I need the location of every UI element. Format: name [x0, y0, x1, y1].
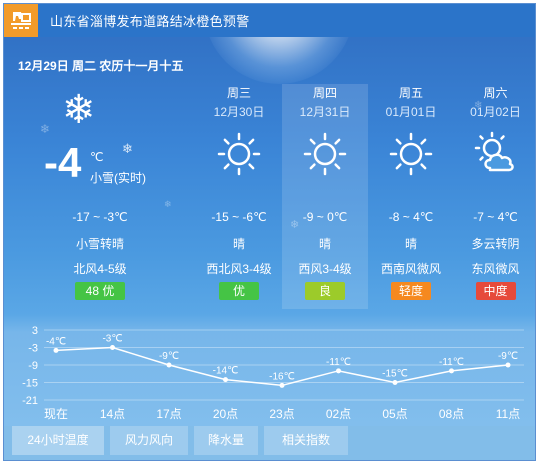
- data-point: [53, 347, 59, 353]
- y-tick-label: -21: [22, 395, 38, 407]
- forecast-temp-range: -15 ~ -6℃: [211, 210, 267, 224]
- x-tick-label: 14点: [100, 407, 125, 421]
- forecast-wind: 西北风3-4级: [206, 262, 272, 276]
- forecast-weekday: 周四: [312, 86, 337, 100]
- x-tick-label: 23点: [269, 407, 294, 421]
- forecast-condition: 晴: [404, 237, 417, 251]
- temperature-line-chart: 3 -3 -9 -15 -21 -4℃ 现在 -3℃ 14点 -9℃ 17点 -14℃ 20点 -16℃ 2…: [22, 325, 524, 421]
- data-label: -9℃: [159, 351, 179, 362]
- partly-cloudy-icon: [472, 130, 520, 178]
- forecast-aqi-badge[interactable]: 良: [305, 282, 345, 300]
- x-tick-label: 08点: [439, 407, 464, 421]
- forecast-condition: 多云转阴: [471, 237, 520, 251]
- data-label: -3℃: [102, 334, 122, 345]
- data-label: -15℃: [382, 369, 408, 380]
- forecast-wind: 西南风微风: [380, 262, 441, 276]
- data-point: [392, 380, 398, 385]
- y-tick-label: -9: [28, 360, 38, 372]
- data-label: -14℃: [213, 366, 239, 377]
- forecast-temp-range: -7 ~ 4℃: [473, 210, 518, 224]
- y-tick-label: -3: [28, 343, 38, 355]
- forecast-wind: 东风微风: [471, 262, 520, 276]
- forecast-condition: 晴: [318, 237, 331, 251]
- forecast-weekday: 周六: [483, 86, 508, 100]
- y-tick-label: 3: [32, 325, 38, 337]
- x-tick-label: 05点: [382, 407, 407, 421]
- data-label: -4℃: [46, 336, 66, 347]
- current-date: 12月29日 周二 农历十一月十五: [18, 59, 184, 73]
- data-label: -9℃: [498, 351, 518, 362]
- forecast-date: 01月02日: [470, 105, 521, 119]
- forecast-day-4[interactable]: 周六 01月02日 -7 ~ 4℃ 多云转阴 东风微风 中度: [454, 84, 535, 309]
- forecast-aqi-badge[interactable]: 轻度: [391, 282, 431, 300]
- x-tick-label: 02点: [326, 407, 351, 421]
- data-point: [223, 377, 228, 383]
- sun-icon: [215, 130, 263, 178]
- forecast-weekday: 周五: [398, 86, 423, 100]
- forecast-date: 12月30日: [213, 105, 265, 119]
- sun-icon: [387, 130, 435, 178]
- weather-widget: ❄ ❄ ❄ ❄ 山东省淄博发布道路结冰橙色预警 12月29日 周二 农历十一月十…: [3, 3, 536, 461]
- today-details: -17 ~ -3℃ 小雪转晴 北风4-5级 48 优: [4, 84, 196, 309]
- today-panel: ❄ -4 ℃ ❄ 小雪(实时) -17 ~ -3℃ 小雪转晴 北风4-5级 48…: [4, 84, 196, 309]
- forecast-day-2[interactable]: 周四 12月31日 -9 ~ 0℃ 晴 西风3-4级 良: [282, 84, 368, 309]
- chart-tabs: 24小时温度 风力风向 降水量 相关指数: [4, 426, 535, 460]
- road-icing-warning-icon: [4, 4, 38, 37]
- forecast-weekday: 周三: [226, 86, 251, 100]
- data-point: [166, 362, 172, 368]
- data-label: -11℃: [326, 357, 351, 368]
- forecast-day-3[interactable]: 周五 01月01日 -8 ~ 4℃ 晴 西南风微风 轻度: [368, 84, 454, 309]
- today-wind: 北风4-5级: [73, 262, 127, 276]
- forecast-date: 01月01日: [385, 105, 437, 119]
- temperature-chart: 3 -3 -9 -15 -21 -4℃ 现在 -3℃ 14点 -9℃ 17点 -14℃ 20点 -16℃ 2…: [4, 314, 535, 426]
- x-tick-label: 17点: [156, 407, 181, 421]
- forecast-condition: 晴: [232, 237, 245, 251]
- forecast-aqi-badge[interactable]: 优: [219, 282, 259, 300]
- x-tick-label: 11点: [496, 407, 520, 421]
- today-aqi-badge[interactable]: 48 优: [75, 282, 125, 300]
- x-tick-label: 现在: [44, 407, 68, 421]
- tab-indices[interactable]: 相关指数: [264, 426, 348, 455]
- data-label: -16℃: [269, 371, 295, 382]
- y-tick-label: -15: [22, 378, 38, 390]
- today-condition: 小雪转晴: [75, 237, 124, 251]
- data-point: [110, 345, 115, 350]
- data-point: [449, 368, 454, 374]
- data-point: [505, 362, 511, 368]
- data-point: [279, 382, 285, 388]
- forecast-day-1[interactable]: 周三 12月30日 -15 ~ -6℃ 晴 西北风3-4级 优: [196, 84, 282, 309]
- sun-icon: [301, 130, 349, 178]
- tab-precipitation[interactable]: 降水量: [194, 426, 258, 455]
- forecast-wind: 西风3-4级: [298, 262, 352, 276]
- forecast-temp-range: -8 ~ 4℃: [388, 210, 434, 224]
- forecast-aqi-badge[interactable]: 中度: [475, 282, 516, 300]
- data-label: -11℃: [439, 357, 464, 368]
- data-point: [336, 368, 341, 374]
- tab-24h-temperature[interactable]: 24小时温度: [12, 426, 104, 455]
- warning-title[interactable]: 山东省淄博发布道路结冰橙色预警: [50, 11, 250, 30]
- today-temp-range: -17 ~ -3℃: [72, 210, 128, 224]
- warning-title-bar[interactable]: 山东省淄博发布道路结冰橙色预警: [4, 4, 535, 37]
- forecast-temp-range: -9 ~ 0℃: [302, 210, 348, 224]
- forecast-date: 12月31日: [299, 105, 351, 119]
- tab-wind[interactable]: 风力风向: [110, 426, 188, 455]
- x-tick-label: 20点: [213, 407, 238, 421]
